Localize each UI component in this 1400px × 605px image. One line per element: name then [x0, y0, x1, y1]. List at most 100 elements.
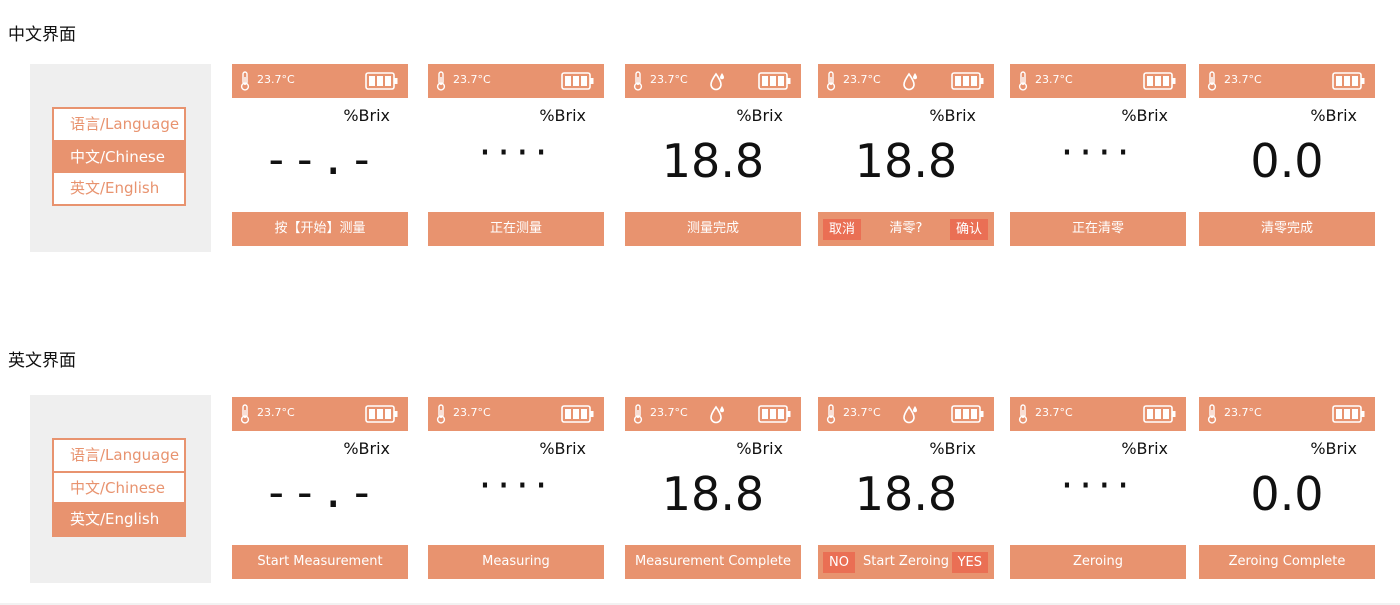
- unit-label: %Brix: [1121, 439, 1168, 458]
- zeroing-confirm-bar: 取消 清零? 确认: [818, 212, 994, 246]
- status-bar: Measuring: [428, 545, 604, 579]
- battery-full-icon: [1143, 72, 1176, 90]
- battery-full-icon: [365, 72, 398, 90]
- thermometer-icon: [240, 404, 250, 424]
- status-bar: Start Measurement: [232, 545, 408, 579]
- measurement-value: 18.8: [661, 467, 765, 521]
- device-screen: 23.7°C %Brix ···· 正在清零: [1010, 64, 1186, 246]
- thermometer-icon: [436, 71, 446, 91]
- device-screen: 23.7°C %Brix 18.8 测量完成: [625, 64, 801, 246]
- battery-full-icon: [1332, 405, 1365, 423]
- status-header: 23.7°C: [625, 397, 801, 431]
- battery-full-icon: [561, 72, 594, 90]
- language-option-english[interactable]: 英文/English: [54, 504, 184, 535]
- measurement-value: ····: [478, 463, 554, 509]
- status-bar: 清零完成: [1199, 212, 1375, 246]
- language-panel-english: 语言/Language 中文/Chinese 英文/English: [30, 395, 211, 583]
- status-bar: Zeroing Complete: [1199, 545, 1375, 579]
- device-screen: 23.7°C %Brix 18.8 取消 清零? 确认: [818, 64, 994, 246]
- temperature-reading: 23.7°C: [650, 73, 688, 86]
- language-option-chinese[interactable]: 中文/Chinese: [54, 142, 184, 173]
- status-header: 23.7°C: [232, 64, 408, 98]
- water-drop-icon: [903, 405, 917, 424]
- battery-full-icon: [951, 405, 984, 423]
- device-screen: 23.7°C %Brix 18.8 Measurement Complete: [625, 397, 801, 579]
- status-header: 23.7°C: [1010, 64, 1186, 98]
- temperature-reading: 23.7°C: [257, 406, 295, 419]
- status-header: 23.7°C: [1199, 64, 1375, 98]
- unit-label: %Brix: [539, 106, 586, 125]
- confirm-button[interactable]: 确认: [949, 219, 988, 240]
- language-menu: 语言/Language 中文/Chinese 英文/English: [52, 438, 186, 537]
- measurement-value: ····: [1060, 130, 1136, 176]
- status-bar: 正在清零: [1010, 212, 1186, 246]
- temperature-reading: 23.7°C: [1224, 73, 1262, 86]
- language-menu-title: 语言/Language: [54, 109, 184, 142]
- device-screen: 23.7°C %Brix ···· Zeroing: [1010, 397, 1186, 579]
- confirm-button[interactable]: YES: [951, 552, 988, 573]
- thermometer-icon: [1207, 404, 1217, 424]
- battery-full-icon: [561, 405, 594, 423]
- status-bar: 测量完成: [625, 212, 801, 246]
- temperature-reading: 23.7°C: [1035, 406, 1073, 419]
- temperature-reading: 23.7°C: [843, 406, 881, 419]
- water-drop-icon: [903, 72, 917, 91]
- temperature-reading: 23.7°C: [453, 406, 491, 419]
- device-screen: 23.7°C %Brix ···· Measuring: [428, 397, 604, 579]
- measurement-value: ····: [478, 130, 554, 176]
- battery-full-icon: [758, 72, 791, 90]
- unit-label: %Brix: [1310, 106, 1357, 125]
- temperature-reading: 23.7°C: [650, 406, 688, 419]
- thermometer-icon: [633, 404, 643, 424]
- unit-label: %Brix: [539, 439, 586, 458]
- language-option-english[interactable]: 英文/English: [54, 173, 184, 204]
- device-screen: 23.7°C %Brix ···· 正在测量: [428, 64, 604, 246]
- measurement-value: 18.8: [854, 134, 958, 188]
- status-bar: Measurement Complete: [625, 545, 801, 579]
- measurement-value: ····: [1060, 463, 1136, 509]
- measurement-value: --.-: [263, 134, 377, 185]
- device-screen: 23.7°C %Brix --.- Start Measurement: [232, 397, 408, 579]
- measurement-value: --.-: [263, 467, 377, 518]
- unit-label: %Brix: [1121, 106, 1168, 125]
- device-screen: 23.7°C %Brix 0.0 Zeroing Complete: [1199, 397, 1375, 579]
- thermometer-icon: [1018, 71, 1028, 91]
- status-header: 23.7°C: [625, 64, 801, 98]
- thermometer-icon: [436, 404, 446, 424]
- unit-label: %Brix: [343, 106, 390, 125]
- language-menu: 语言/Language 中文/Chinese 英文/English: [52, 107, 186, 206]
- status-header: 23.7°C: [818, 397, 994, 431]
- status-header: 23.7°C: [428, 64, 604, 98]
- battery-full-icon: [1332, 72, 1365, 90]
- zeroing-confirm-bar: NO Start Zeroing YES: [818, 545, 994, 579]
- status-bar: 正在测量: [428, 212, 604, 246]
- temperature-reading: 23.7°C: [1035, 73, 1073, 86]
- temperature-reading: 23.7°C: [843, 73, 881, 86]
- thermometer-icon: [633, 71, 643, 91]
- battery-full-icon: [758, 405, 791, 423]
- section-title-english: 英文界面: [8, 351, 76, 371]
- measurement-value: 0.0: [1250, 467, 1324, 521]
- language-panel-chinese: 语言/Language 中文/Chinese 英文/English: [30, 64, 211, 252]
- device-screen: 23.7°C %Brix 0.0 清零完成: [1199, 64, 1375, 246]
- temperature-reading: 23.7°C: [257, 73, 295, 86]
- measurement-value: 18.8: [661, 134, 765, 188]
- thermometer-icon: [1207, 71, 1217, 91]
- unit-label: %Brix: [929, 439, 976, 458]
- water-drop-icon: [710, 72, 724, 91]
- temperature-reading: 23.7°C: [453, 73, 491, 86]
- language-menu-title: 语言/Language: [54, 440, 184, 473]
- language-option-chinese[interactable]: 中文/Chinese: [54, 473, 184, 504]
- thermometer-icon: [240, 71, 250, 91]
- status-bar: 按【开始】测量: [232, 212, 408, 246]
- thermometer-icon: [826, 71, 836, 91]
- status-bar: Zeroing: [1010, 545, 1186, 579]
- unit-label: %Brix: [1310, 439, 1357, 458]
- battery-full-icon: [951, 72, 984, 90]
- measurement-value: 18.8: [854, 467, 958, 521]
- temperature-reading: 23.7°C: [1224, 406, 1262, 419]
- unit-label: %Brix: [929, 106, 976, 125]
- unit-label: %Brix: [736, 439, 783, 458]
- thermometer-icon: [1018, 404, 1028, 424]
- status-header: 23.7°C: [818, 64, 994, 98]
